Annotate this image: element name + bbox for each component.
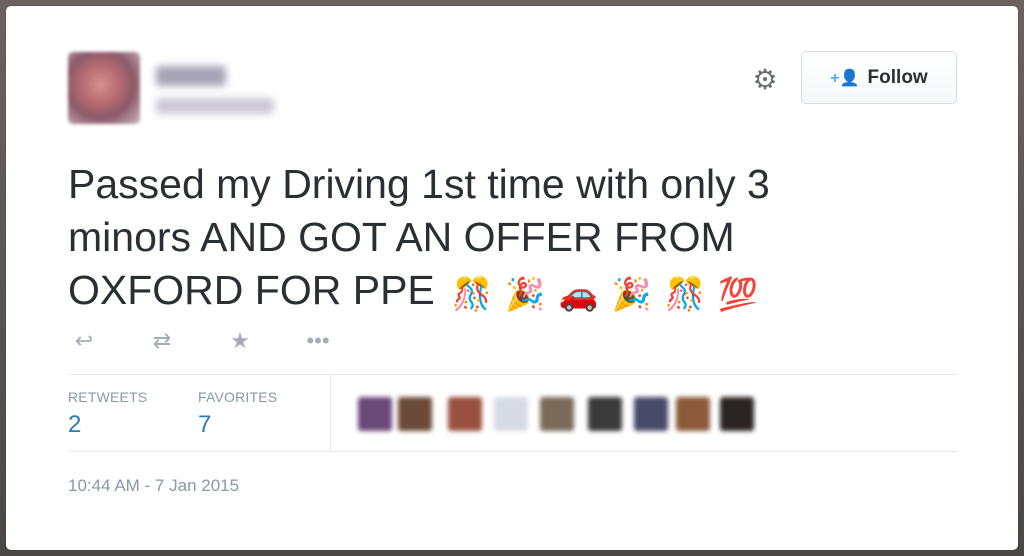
favoriter-avatar[interactable]	[634, 397, 668, 431]
favoriter-avatar[interactable]	[588, 397, 622, 431]
party-popper-emoji: 🎉	[505, 276, 546, 313]
emoji-row: 🎊 🎉 🚗 🎉 🎊 💯	[452, 265, 760, 321]
retweets-count: 2	[68, 411, 82, 438]
more-icon[interactable]: •••	[304, 328, 332, 354]
follow-button[interactable]: +👤 Follow	[801, 51, 957, 104]
favoriter-avatar[interactable]	[676, 397, 710, 431]
party-popper-emoji: 🎉	[611, 276, 652, 313]
author-name-redacted[interactable]	[156, 66, 226, 86]
favoriter-avatar[interactable]	[540, 397, 574, 431]
tweet-card: ⚙ +👤 Follow Passed my Driving 1st time w…	[6, 6, 1018, 550]
confetti-ball-emoji: 🎊	[665, 276, 706, 313]
favoriter-avatar[interactable]	[720, 397, 754, 431]
tweet-text-segment: OXFORD FOR PPE	[68, 267, 435, 313]
stats-divider	[330, 375, 331, 451]
retweets-stat[interactable]: RETWEETS 2	[68, 389, 147, 439]
favoriter-avatar[interactable]	[398, 397, 432, 431]
tweet-text: Passed my Driving 1st time with only 3 m…	[68, 158, 908, 321]
car-emoji: 🚗	[558, 276, 599, 313]
add-user-icon: +👤	[830, 69, 860, 87]
tweet-actions: ↩ ⇄ ★ •••	[70, 328, 332, 354]
tweet-timestamp[interactable]: 10:44 AM - 7 Jan 2015	[68, 476, 239, 496]
gear-icon[interactable]: ⚙	[750, 65, 780, 95]
tweet-stats: RETWEETS 2 FAVORITES 7	[68, 374, 958, 452]
retweets-label: RETWEETS	[68, 389, 148, 405]
tweet-text-line: OXFORD FOR PPE 🎊 🎉 🚗 🎉 🎊 💯	[68, 264, 908, 321]
favoriter-avatar[interactable]	[494, 397, 528, 431]
favoriter-avatar[interactable]	[448, 397, 482, 431]
author-handle-redacted[interactable]	[156, 98, 274, 114]
hundred-points-emoji: 💯	[718, 276, 759, 313]
favorite-icon[interactable]: ★	[226, 328, 254, 354]
follow-label: Follow	[867, 66, 928, 88]
tweet-text-line: minors AND GOT AN OFFER FROM	[68, 214, 735, 260]
favoriter-avatar[interactable]	[358, 397, 392, 431]
tweet-text-line: Passed my Driving 1st time with only 3	[68, 161, 770, 207]
favorites-count: 7	[198, 411, 212, 438]
author-avatar[interactable]	[68, 52, 140, 124]
favorites-stat[interactable]: FAVORITES 7	[198, 389, 277, 439]
confetti-ball-emoji: 🎊	[452, 276, 493, 313]
retweet-icon[interactable]: ⇄	[148, 328, 176, 354]
reply-icon[interactable]: ↩	[70, 328, 98, 354]
favorites-label: FAVORITES	[198, 389, 278, 405]
